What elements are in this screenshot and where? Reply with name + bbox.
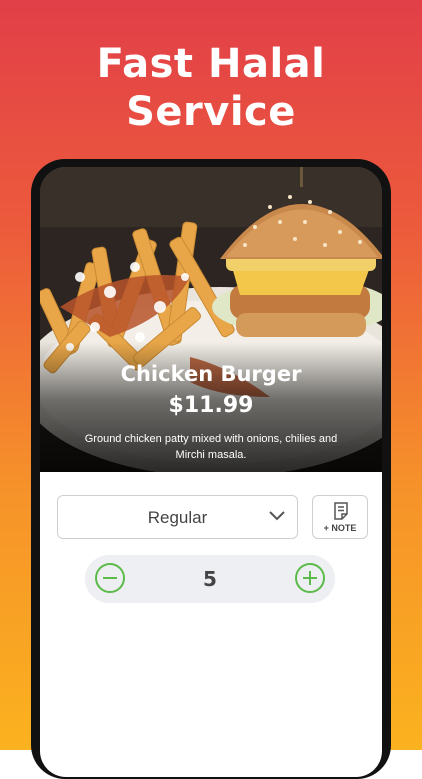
promo-headline: Fast Halal Service — [0, 40, 422, 136]
item-title: Chicken Burger — [120, 362, 302, 386]
note-icon — [334, 502, 348, 520]
phone-screen: Chicken Burger $11.99 Ground chicken pat… — [40, 167, 382, 777]
item-price: $11.99 — [168, 393, 254, 418]
add-note-label: + NOTE — [323, 523, 357, 533]
variant-select[interactable]: Regular — [57, 495, 298, 539]
item-description: Ground chicken patty mixed with onions, … — [84, 433, 338, 461]
increase-quantity-button[interactable] — [295, 563, 325, 593]
variant-select-value: Regular — [147, 508, 208, 527]
phone-frame: Chicken Burger $11.99 Ground chicken pat… — [31, 159, 391, 779]
headline-line-1: Fast Halal — [96, 41, 326, 87]
quantity-stepper: 5 — [85, 555, 335, 603]
headline-line-2: Service — [126, 89, 296, 135]
chevron-down-icon — [269, 511, 285, 521]
add-note-button[interactable]: + NOTE — [312, 495, 368, 539]
item-hero: Chicken Burger $11.99 Ground chicken pat… — [40, 167, 382, 472]
